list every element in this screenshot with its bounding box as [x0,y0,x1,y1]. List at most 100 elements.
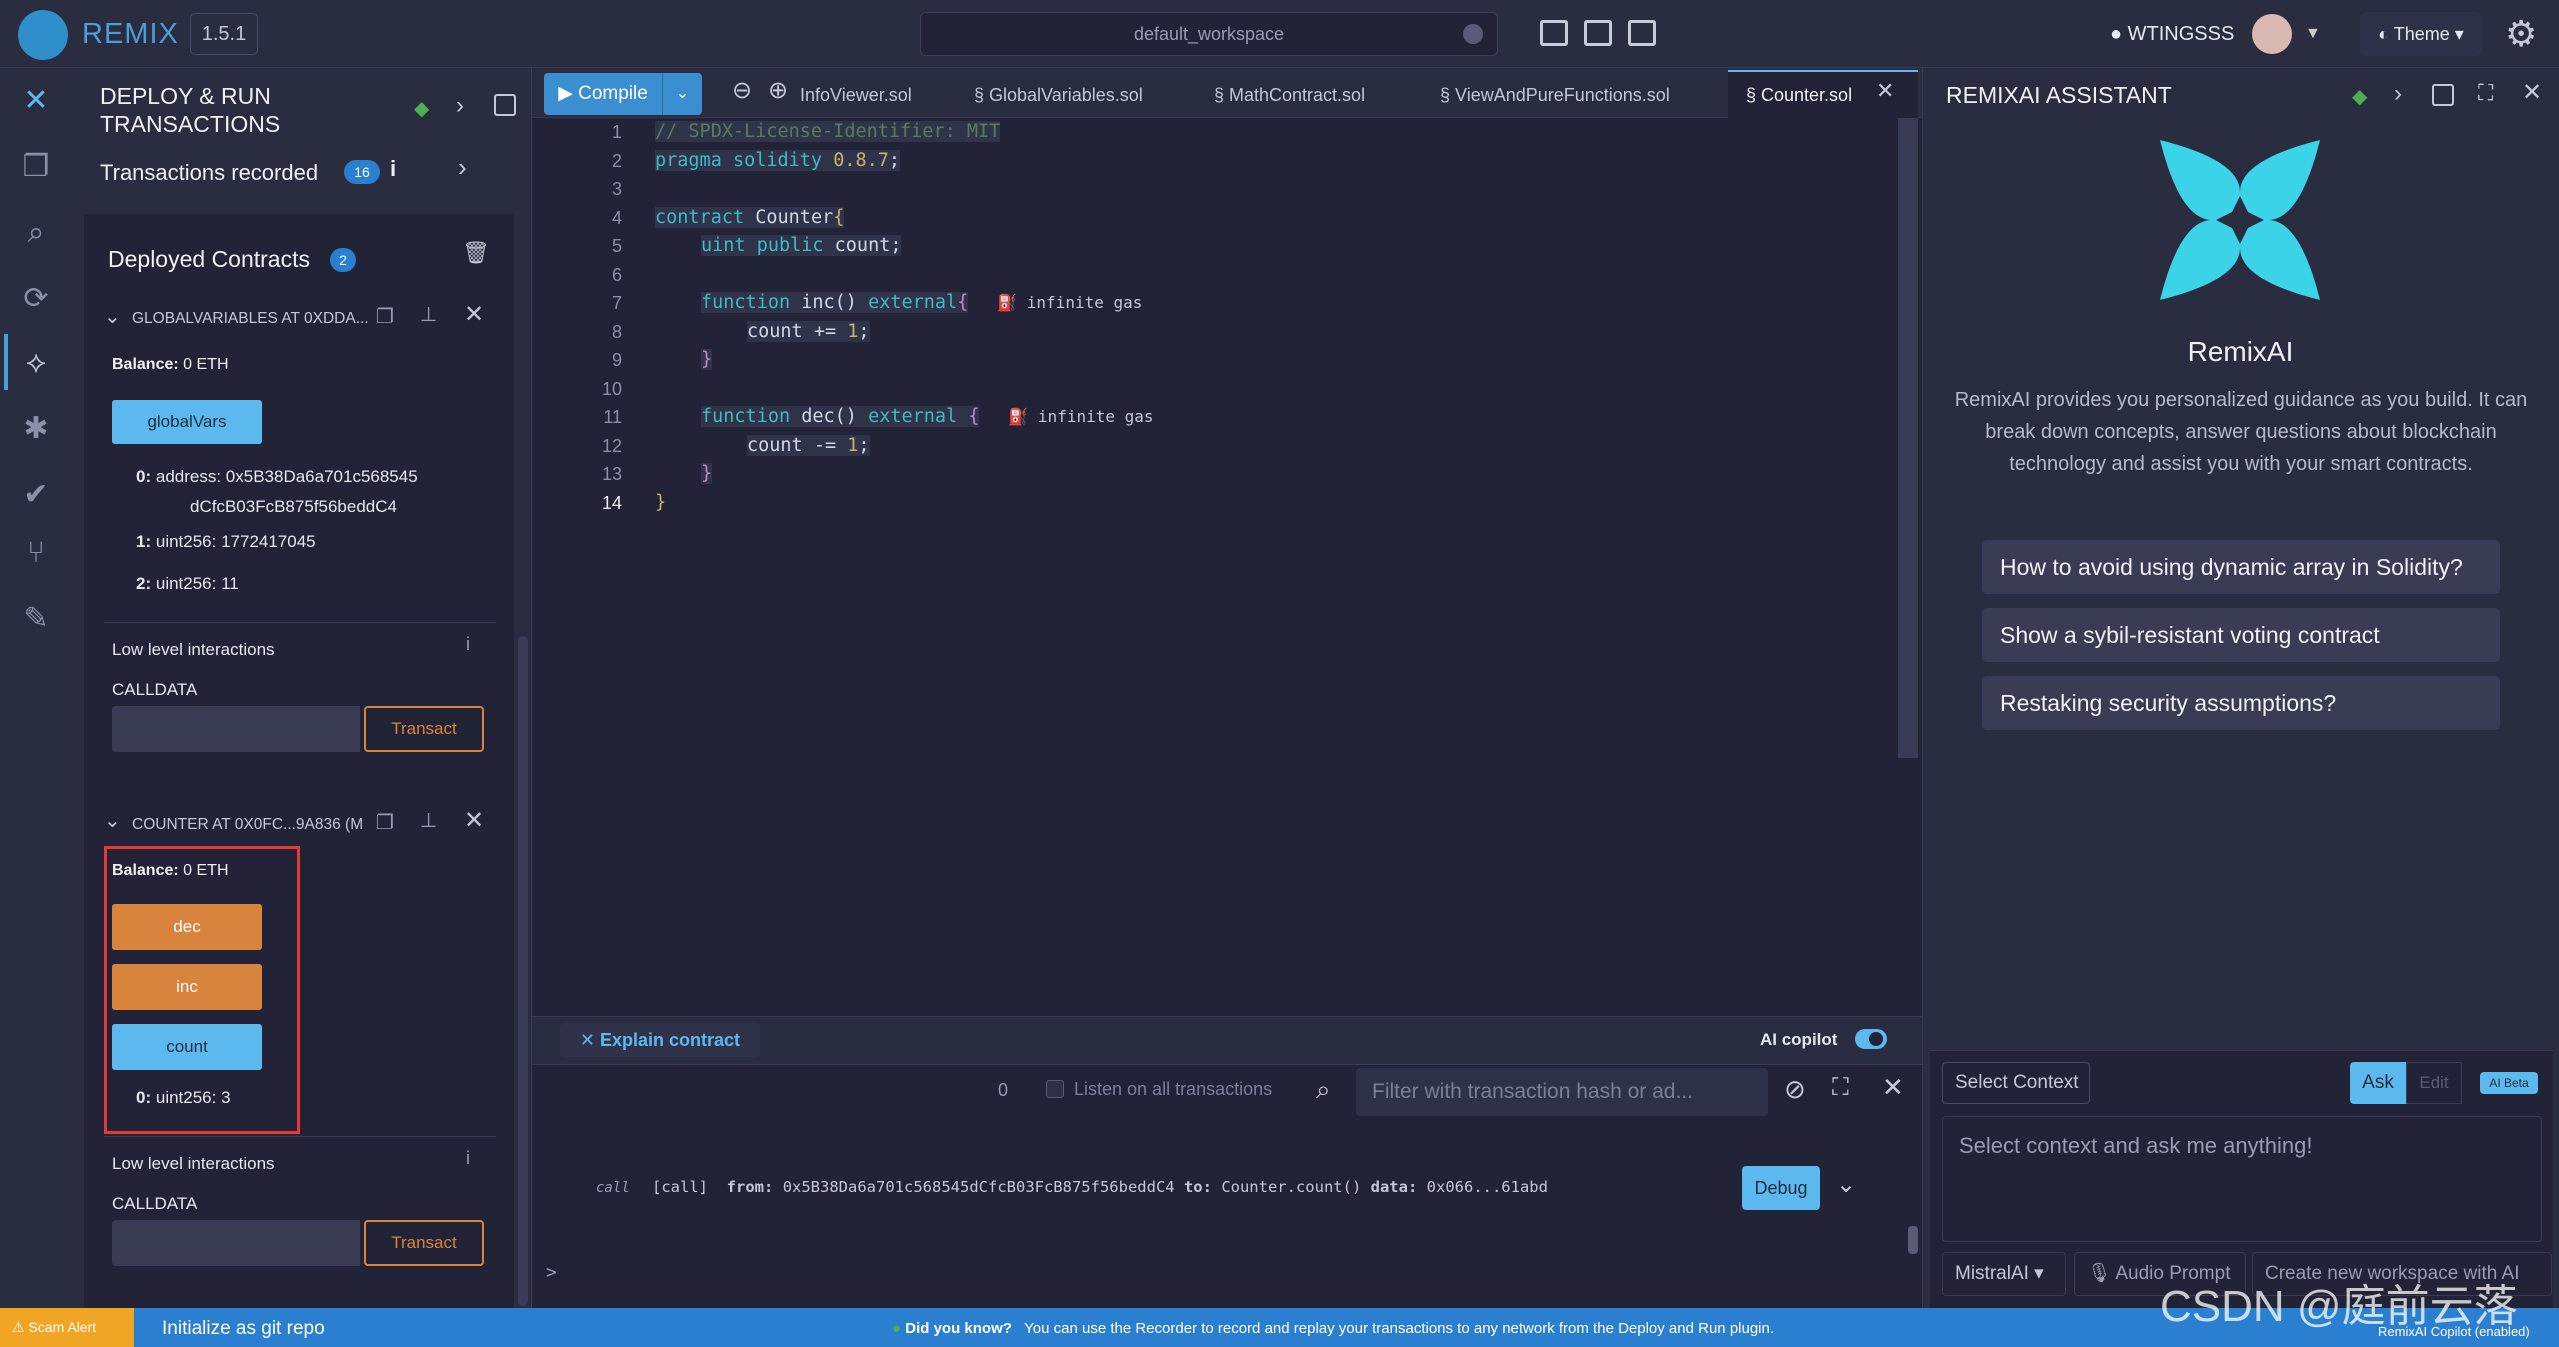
panel-scrollbar[interactable] [518,636,528,1306]
compile-dropdown-icon[interactable]: ⌄ [662,73,702,115]
git-icon[interactable]: ⑂ [12,530,60,576]
pin-icon[interactable]: ⊥ [420,302,437,327]
compile-button[interactable]: ▶ Compile [544,73,662,115]
balance: Balance: 0 ETH [112,356,229,373]
compiler-icon[interactable]: ⟳ [12,276,60,322]
inc-button[interactable]: inc [112,964,262,1010]
code-line: // SPDX-License-Identifier: MIT [655,121,1001,142]
remixai-icon[interactable]: ✕ [12,78,60,124]
plugin-icon[interactable]: ✎ [12,596,60,642]
calldata-input[interactable] [112,706,360,752]
tab-viewandpure[interactable]: § ViewAndPureFunctions.sol [1440,78,1670,112]
avatar[interactable] [2252,14,2292,54]
editor-scrollbar[interactable] [1898,118,1918,758]
log-entry[interactable]: [call] from: 0x5B38Da6a701c568545dCfcB03… [652,1178,1548,1196]
solidity-icon: § [1746,85,1762,105]
model-select[interactable]: MistralAI ▾ [1942,1252,2066,1296]
fullscreen-icon[interactable]: ⛶ [1832,1074,1849,1102]
solidity-icon: § [1214,85,1230,105]
search-icon[interactable]: ⌕ [12,210,60,256]
trash-icon[interactable]: 🗑 [462,240,490,266]
collapse-contract-icon[interactable]: ⌄ [104,808,121,833]
edit-button[interactable]: Edit [2406,1062,2462,1104]
zoom-in-icon[interactable]: ⊕ [768,76,788,105]
layout-left-icon[interactable] [1540,20,1568,46]
ask-button[interactable]: Ask [2350,1062,2406,1104]
theme-button[interactable]: ◐ Theme ▾ [2360,12,2482,56]
close-terminal-icon[interactable]: ✕ [1882,1072,1904,1103]
terminal-scrollbar[interactable] [1908,1226,1918,1254]
close-tab-icon[interactable]: ✕ [1876,78,1894,104]
debug-button[interactable]: Debug [1742,1166,1820,1210]
expand-log-icon[interactable]: ⌄ [1836,1170,1856,1199]
collapse-panel-icon[interactable] [494,94,516,116]
gear-icon[interactable]: ⚙ [2505,16,2537,52]
zoom-out-icon[interactable]: ⊖ [732,76,752,105]
remix-logo-icon [18,10,68,60]
git-init[interactable]: Initialize as git repo [162,1318,325,1340]
result-0: 0: address: 0x5B38Da6a701c568545 dCfcB03F… [136,467,418,516]
suggestion-restaking[interactable]: Restaking security assumptions? [1982,676,2500,730]
ai-prompt-input[interactable]: Select context and ask me anything! [1942,1116,2542,1242]
scam-alert[interactable]: ⚠ Scam Alert [0,1308,134,1347]
calldata-input[interactable] [112,1220,360,1266]
tab-globalvariables[interactable]: § GlobalVariables.sol [974,78,1143,112]
transact-button[interactable]: Transact [364,706,484,752]
github-login[interactable]: ● WTINGSSS [2110,14,2234,54]
close-icon[interactable]: ✕ [464,806,484,835]
line-number: 3 [611,179,622,199]
ai-copilot-toggle[interactable] [1855,1029,1887,1049]
transact-button[interactable]: Transact [364,1220,484,1266]
chevron-right-icon[interactable]: › [2394,80,2402,108]
close-icon[interactable]: ✕ [2522,78,2542,107]
low-level-label: Low level interactions [112,1154,275,1173]
debugger-icon[interactable]: ✱ [12,406,60,452]
microphone-icon: 🎙 [2087,1263,2112,1284]
line-number: 13 [601,464,622,484]
divider [104,1136,496,1137]
toggle-knob [1869,1032,1883,1046]
tx-count-badge: 16 [344,160,380,184]
suggestion-dynamic-array[interactable]: How to avoid using dynamic array in Soli… [1982,540,2500,594]
file-explorer-icon[interactable]: ❐ [12,144,60,190]
ai-description: RemixAI provides you personalized guidan… [1954,389,2528,475]
copy-icon[interactable]: ❐ [376,304,394,329]
ai-name: RemixAI [2187,336,2294,367]
count-button[interactable]: count [112,1024,262,1070]
line-number: 4 [611,207,622,228]
deploy-icon[interactable]: ⟡ [12,340,60,386]
layout-right-icon[interactable] [1628,20,1656,46]
suggestion-voting-contract[interactable]: Show a sybil-resistant voting contract [1982,608,2500,662]
copy-icon[interactable]: ❐ [376,810,394,835]
dec-button[interactable]: dec [112,904,262,950]
close-icon[interactable]: ✕ [464,300,484,329]
filter-input[interactable]: Filter with transaction hash or ad... [1356,1068,1768,1116]
chevron-right-icon[interactable]: › [456,92,464,120]
select-context-button[interactable]: Select Context [1942,1062,2090,1104]
maximize-icon[interactable]: ⛶ [2478,80,2493,106]
user-dropdown-icon[interactable]: ▼ [2305,14,2329,54]
collapse-contract-icon[interactable]: ⌄ [104,304,121,329]
line-number: 8 [611,321,622,342]
listen-checkbox[interactable] [1046,1080,1064,1098]
explain-contract-button[interactable]: ✕ Explain contract [560,1023,760,1057]
clear-icon[interactable]: ⊘ [1784,1074,1806,1105]
tx-chevron-icon[interactable]: › [458,152,467,183]
layout-bottom-icon[interactable] [1584,20,1612,46]
code-line: } [655,491,667,513]
tab-infoviewer[interactable]: InfoViewer.sol [800,78,912,112]
workspace-select[interactable]: default_workspace [920,12,1498,56]
solidity-icon: § [1440,85,1456,105]
terminal-prompt[interactable]: > [546,1262,557,1283]
tab-mathcontract[interactable]: § MathContract.sol [1214,78,1365,112]
moon-icon: ◐ [2378,24,2390,44]
username: WTINGSSS [2127,23,2235,45]
tab-counter[interactable]: § Counter.sol [1746,78,1852,112]
dock-icon[interactable] [2432,84,2454,106]
pin-icon[interactable]: ⊥ [420,808,437,833]
globalvars-button[interactable]: globalVars [112,400,262,444]
bulb-icon: ● [892,1320,906,1337]
transactions-recorded-label[interactable]: Transactions recorded [100,160,318,186]
testing-icon[interactable]: ✔ [12,472,60,518]
code-line: pragma solidity 0.8.7; [655,149,901,171]
